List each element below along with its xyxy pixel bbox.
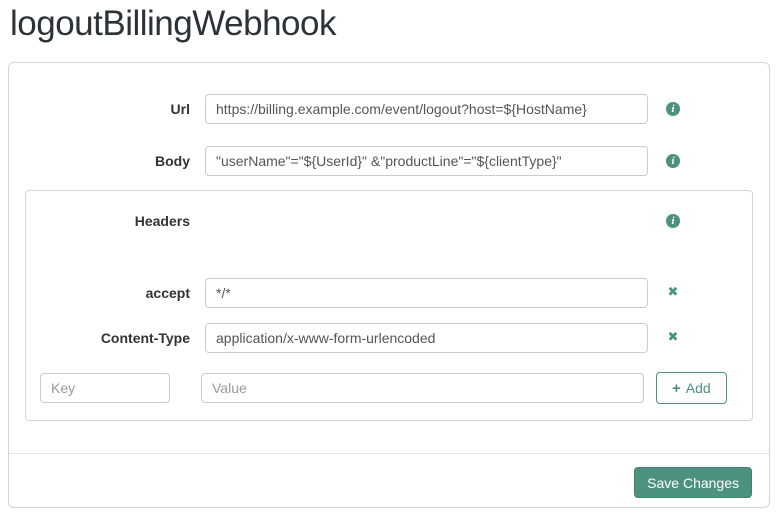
header-value-input-accept[interactable] bbox=[205, 278, 648, 308]
url-input[interactable] bbox=[205, 94, 648, 124]
info-icon[interactable]: i bbox=[666, 154, 680, 168]
new-header-value-input[interactable] bbox=[201, 373, 644, 403]
panel-footer: Save Changes bbox=[9, 453, 769, 507]
body-row: Body i bbox=[9, 146, 769, 176]
info-icon[interactable]: i bbox=[666, 214, 680, 228]
save-changes-button[interactable]: Save Changes bbox=[634, 467, 752, 498]
add-button-label: Add bbox=[685, 380, 711, 396]
webhook-form-panel: Url i Body i Headers i accept bbox=[8, 62, 770, 508]
headers-title-row: Headers i bbox=[26, 213, 752, 229]
body-label: Body bbox=[155, 153, 190, 169]
headers-panel: Headers i accept ✖ Content-Type ✖ bbox=[25, 190, 753, 421]
info-icon[interactable]: i bbox=[666, 102, 680, 116]
header-row-accept: accept ✖ bbox=[26, 278, 752, 308]
new-header-row: + Add bbox=[40, 372, 752, 404]
remove-header-icon[interactable]: ✖ bbox=[668, 331, 679, 345]
remove-header-icon[interactable]: ✖ bbox=[668, 286, 679, 300]
page-title: logoutBillingWebhook bbox=[10, 4, 336, 43]
add-header-button[interactable]: + Add bbox=[656, 372, 727, 404]
plus-icon: + bbox=[672, 379, 681, 397]
header-key-label: accept bbox=[145, 285, 190, 301]
header-row-content-type: Content-Type ✖ bbox=[26, 323, 752, 353]
header-value-input-content-type[interactable] bbox=[205, 323, 648, 353]
header-key-label: Content-Type bbox=[100, 330, 190, 346]
url-label: Url bbox=[170, 101, 190, 117]
body-input[interactable] bbox=[205, 146, 648, 176]
headers-label: Headers bbox=[134, 213, 190, 229]
url-row: Url i bbox=[9, 94, 769, 124]
new-header-key-input[interactable] bbox=[40, 373, 170, 403]
